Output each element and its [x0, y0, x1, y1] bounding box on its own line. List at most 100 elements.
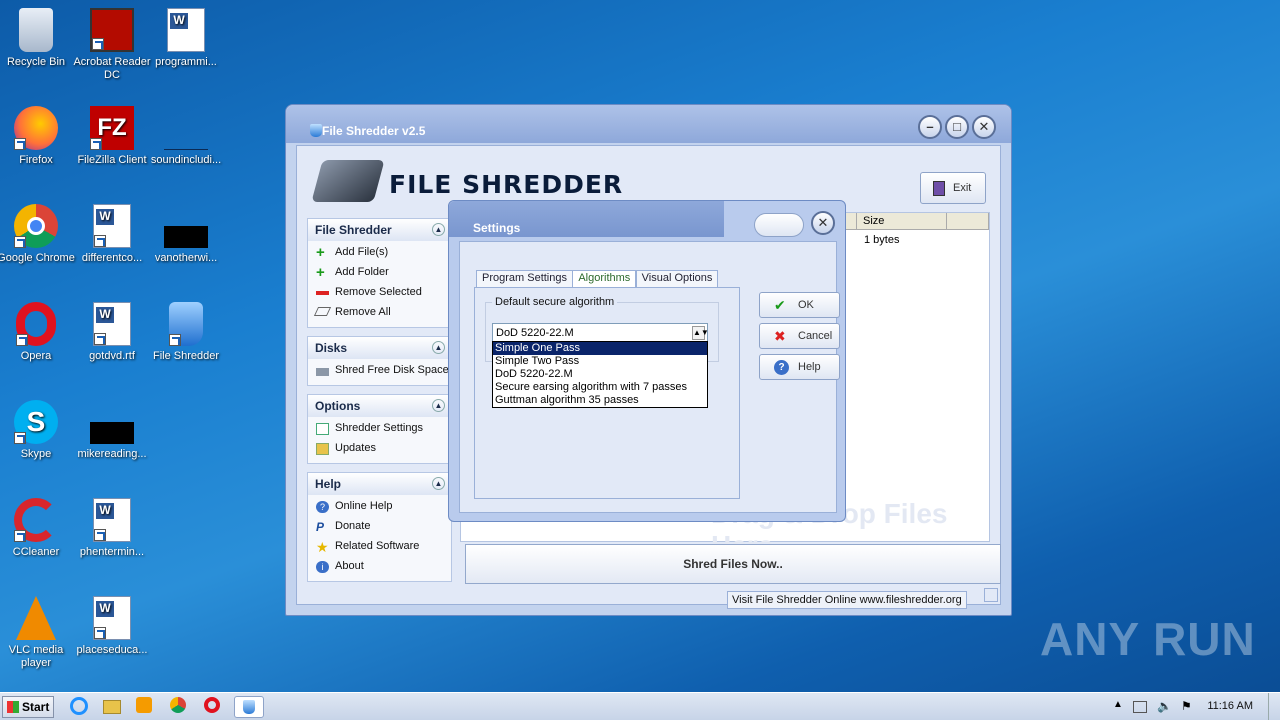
sidebar-item-add-folder[interactable]: + Add Folder	[308, 263, 451, 283]
panel-header[interactable]: Help ▲	[308, 473, 451, 495]
desktop-icon-programmi[interactable]: W programmi...	[146, 8, 226, 69]
desktop-icon-placeseduca[interactable]: W placeseduca...	[72, 596, 152, 657]
volume-icon[interactable]: 🔈	[1157, 699, 1172, 713]
window-titlebar[interactable]: File Shredder v2.5 – □ ✕	[286, 105, 1011, 143]
sidebar-item-shredder-settings[interactable]: Shredder Settings	[308, 419, 451, 439]
ccleaner-icon	[14, 498, 58, 542]
sidebar-item-remove-selected[interactable]: Remove Selected	[308, 283, 451, 303]
window-title: File Shredder v2.5	[322, 124, 426, 138]
file-shredder-taskbar-button[interactable]	[234, 696, 264, 718]
sidebar-item-related-software[interactable]: ★ Related Software	[308, 537, 451, 557]
desktop-icon-gotdvd[interactable]: W gotdvd.rtf	[72, 302, 152, 363]
help-icon: ?	[316, 501, 329, 513]
tab-algorithms[interactable]: Algorithms	[572, 270, 637, 287]
exit-button[interactable]: Exit	[920, 172, 986, 204]
desktop-icon-firefox[interactable]: Firefox	[0, 106, 76, 167]
desktop-icon-mikereading[interactable]: mikereading...	[72, 400, 152, 461]
dialog-titlebar[interactable]: Settings ✕	[449, 201, 845, 237]
algorithm-select[interactable]: DoD 5220-22.M ▲▼	[492, 323, 709, 343]
minus-icon	[316, 291, 329, 295]
collapse-icon[interactable]: ▲	[432, 477, 445, 490]
desktop-icon-phentermin[interactable]: W phentermin...	[72, 498, 152, 559]
sidebar-item-add-files[interactable]: + Add File(s)	[308, 243, 451, 263]
chrome-icon[interactable]	[170, 697, 190, 717]
desktop-icon-ccleaner[interactable]: CCleaner	[0, 498, 76, 559]
desktop-icon-acrobat[interactable]: Acrobat Reader DC	[72, 8, 152, 82]
file-size-cell: 1 bytes	[864, 234, 900, 246]
shred-files-button[interactable]: Shred Files Now..	[465, 544, 1001, 584]
collapse-icon[interactable]: ▲	[432, 223, 445, 236]
desktop-icon-recycle-bin[interactable]: Recycle Bin	[0, 8, 76, 69]
dropdown-option[interactable]: Secure earsing algorithm with 7 passes	[493, 381, 707, 394]
desktop-icon-opera[interactable]: Opera	[0, 302, 76, 363]
desktop-icon-file-shredder[interactable]: File Shredder	[146, 302, 226, 363]
dialog-decoration	[754, 213, 804, 237]
show-hidden-icons-icon[interactable]: ▲	[1113, 699, 1123, 710]
tab-visual-options[interactable]: Visual Options	[635, 270, 719, 287]
file-icon	[164, 106, 208, 150]
cancel-button[interactable]: ✖ Cancel	[759, 323, 840, 349]
status-link[interactable]: Visit File Shredder Online www.fileshred…	[727, 591, 967, 609]
column-header-size[interactable]: Size	[857, 213, 947, 230]
explorer-icon[interactable]	[103, 697, 123, 717]
dropdown-option[interactable]: DoD 5220-22.M	[493, 368, 707, 381]
dropdown-option[interactable]: Simple Two Pass	[493, 355, 707, 368]
settings-icon	[316, 423, 329, 435]
opera-icon	[16, 302, 56, 346]
acrobat-icon	[90, 8, 134, 52]
sidebar-item-donate[interactable]: P Donate	[308, 517, 451, 537]
maximize-button[interactable]: □	[945, 115, 969, 139]
dialog-close-button[interactable]: ✕	[811, 211, 835, 235]
taskbar: Start ▲ 🔈 ⚑ 11:16 AM	[0, 692, 1280, 720]
tab-program-settings[interactable]: Program Settings	[476, 270, 573, 287]
algorithm-dropdown-list: Simple One Pass Simple Two Pass DoD 5220…	[492, 341, 708, 408]
desktop-icon-vanotherwi[interactable]: vanotherwi...	[146, 204, 226, 265]
word-doc-icon: W	[93, 498, 131, 542]
app-icon	[310, 124, 322, 137]
desktop-icon-differentco[interactable]: W differentco...	[72, 204, 152, 265]
desktop-icon-filezilla[interactable]: FZ FileZilla Client	[72, 106, 152, 167]
dropdown-option[interactable]: Guttman algorithm 35 passes	[493, 394, 707, 407]
help-icon: ?	[774, 360, 789, 375]
help-button[interactable]: ? Help	[759, 354, 840, 380]
flag-icon[interactable]: ⚑	[1181, 699, 1192, 713]
file-shredder-icon	[169, 302, 203, 346]
ok-button[interactable]: ✔ OK	[759, 292, 840, 318]
collapse-icon[interactable]: ▲	[432, 341, 445, 354]
clock[interactable]: 11:16 AM	[1207, 700, 1253, 712]
media-player-icon[interactable]	[136, 697, 156, 717]
panel-header[interactable]: Disks ▲	[308, 337, 451, 359]
sidebar-item-remove-all[interactable]: Remove All	[308, 303, 451, 323]
minimize-button[interactable]: –	[918, 115, 942, 139]
sidebar-item-online-help[interactable]: ? Online Help	[308, 497, 451, 517]
sidebar-item-shred-free-disk-space[interactable]: Shred Free Disk Space	[308, 361, 451, 381]
panel-header[interactable]: File Shredder ▲	[308, 219, 451, 241]
column-header-filler	[947, 213, 989, 230]
ie-icon[interactable]	[70, 697, 90, 717]
desktop-icon-soundincludi[interactable]: soundincludi...	[146, 106, 226, 167]
watermark: ANY RUN	[1040, 613, 1256, 665]
close-button[interactable]: ✕	[972, 115, 996, 139]
desktop-icon-skype[interactable]: S Skype	[0, 400, 76, 461]
logo-text: FILE SHREDDER	[389, 170, 624, 199]
sidebar: File Shredder ▲ + Add File(s) + Add Folder …	[307, 218, 452, 590]
show-desktop-button[interactable]	[1268, 693, 1280, 720]
hard-drive-logo-icon	[311, 160, 385, 202]
chrome-icon	[14, 204, 58, 248]
panel-header[interactable]: Options ▲	[308, 395, 451, 417]
opera-icon[interactable]	[204, 697, 224, 717]
network-icon[interactable]	[1133, 701, 1147, 713]
dropdown-arrow-icon[interactable]: ▲▼	[692, 326, 709, 340]
collapse-icon[interactable]: ▲	[432, 399, 445, 412]
start-button[interactable]: Start	[2, 696, 54, 718]
dropdown-option[interactable]: Simple One Pass	[493, 342, 707, 355]
resize-grip-icon[interactable]	[984, 588, 998, 602]
sidebar-item-about[interactable]: i About	[308, 557, 451, 577]
sidebar-item-updates[interactable]: Updates	[308, 439, 451, 459]
tab-strip: Program Settings Algorithms Visual Optio…	[476, 270, 719, 287]
word-doc-icon: W	[93, 596, 131, 640]
desktop-icon-chrome[interactable]: Google Chrome	[0, 204, 76, 265]
exit-door-icon	[933, 181, 945, 196]
desktop-icon-vlc[interactable]: VLC media player	[0, 596, 76, 670]
filezilla-icon: FZ	[90, 106, 134, 150]
